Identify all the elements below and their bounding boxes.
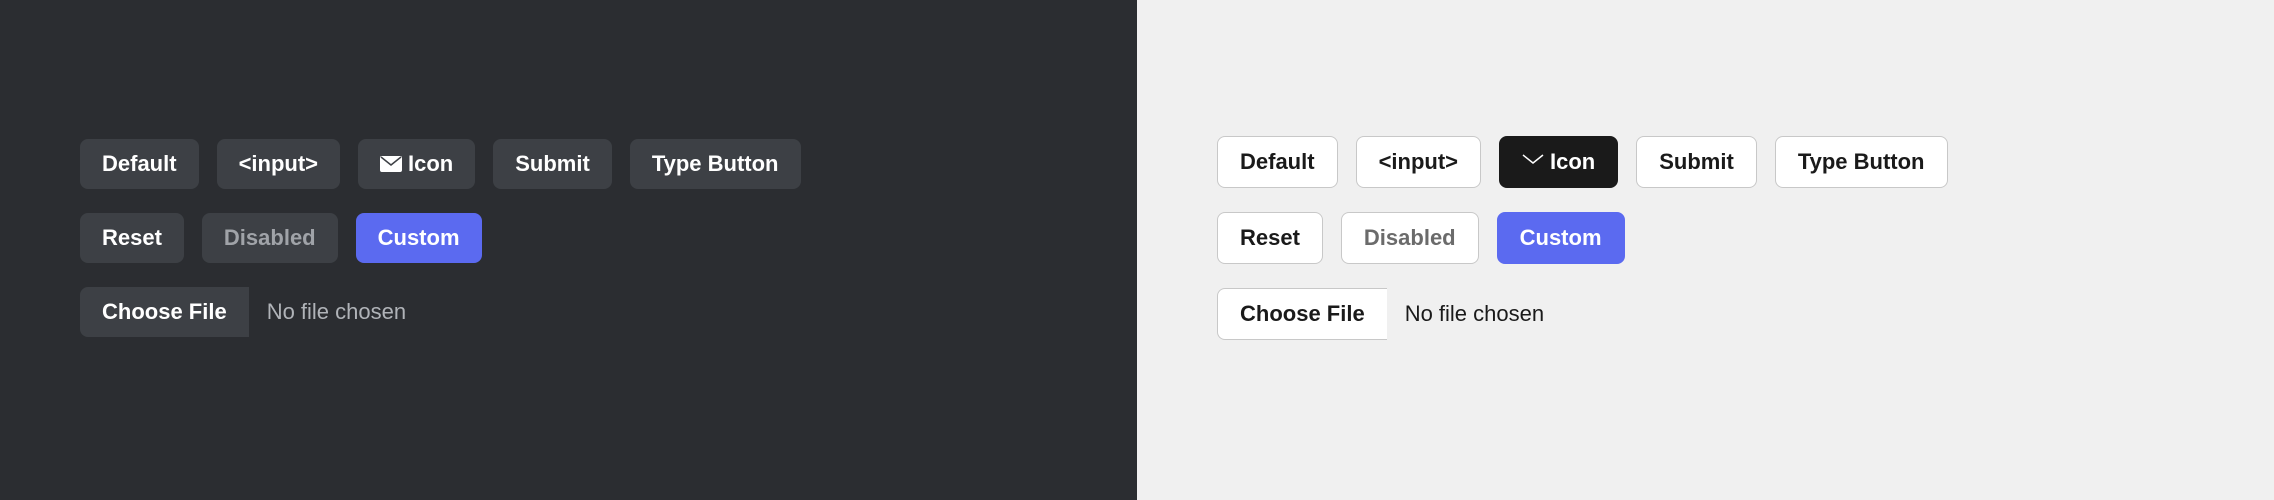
light-row-3: Choose File No file chosen [1217, 288, 2194, 340]
dark-submit-button[interactable]: Submit [493, 139, 612, 189]
envelope-icon-light [1522, 154, 1544, 170]
light-row-1: Default <input> Icon Submit Type Button [1217, 136, 2194, 188]
light-disabled-button: Disabled [1341, 212, 1479, 264]
dark-icon-button-label: Icon [408, 151, 453, 177]
light-submit-button[interactable]: Submit [1636, 136, 1757, 188]
light-icon-button[interactable]: Icon [1499, 136, 1618, 188]
light-input-button[interactable]: <input> [1356, 136, 1481, 188]
light-default-button[interactable]: Default [1217, 136, 1338, 188]
dark-choose-file-button[interactable]: Choose File [80, 287, 249, 337]
light-panel: Default <input> Icon Submit Type Button … [1137, 0, 2274, 500]
dark-default-button[interactable]: Default [80, 139, 199, 189]
dark-disabled-button: Disabled [202, 213, 338, 263]
envelope-icon [380, 156, 402, 172]
dark-row-1: Default <input> Icon Submit Type Button [80, 139, 1057, 189]
light-custom-button[interactable]: Custom [1497, 212, 1625, 264]
dark-panel: Default <input> Icon Submit Type Button … [0, 0, 1137, 500]
dark-row-2: Reset Disabled Custom [80, 213, 1057, 263]
light-file-input: Choose File No file chosen [1217, 288, 1562, 340]
dark-no-file-label: No file chosen [249, 287, 424, 337]
dark-icon-button[interactable]: Icon [358, 139, 475, 189]
light-type-button[interactable]: Type Button [1775, 136, 1948, 188]
dark-type-button[interactable]: Type Button [630, 139, 801, 189]
light-choose-file-button[interactable]: Choose File [1217, 288, 1387, 340]
light-reset-button[interactable]: Reset [1217, 212, 1323, 264]
dark-input-button[interactable]: <input> [217, 139, 340, 189]
dark-reset-button[interactable]: Reset [80, 213, 184, 263]
light-icon-button-label: Icon [1550, 149, 1595, 175]
dark-file-input: Choose File No file chosen [80, 287, 424, 337]
light-no-file-label: No file chosen [1387, 289, 1562, 339]
dark-custom-button[interactable]: Custom [356, 213, 482, 263]
light-row-2: Reset Disabled Custom [1217, 212, 2194, 264]
dark-row-3: Choose File No file chosen [80, 287, 1057, 337]
